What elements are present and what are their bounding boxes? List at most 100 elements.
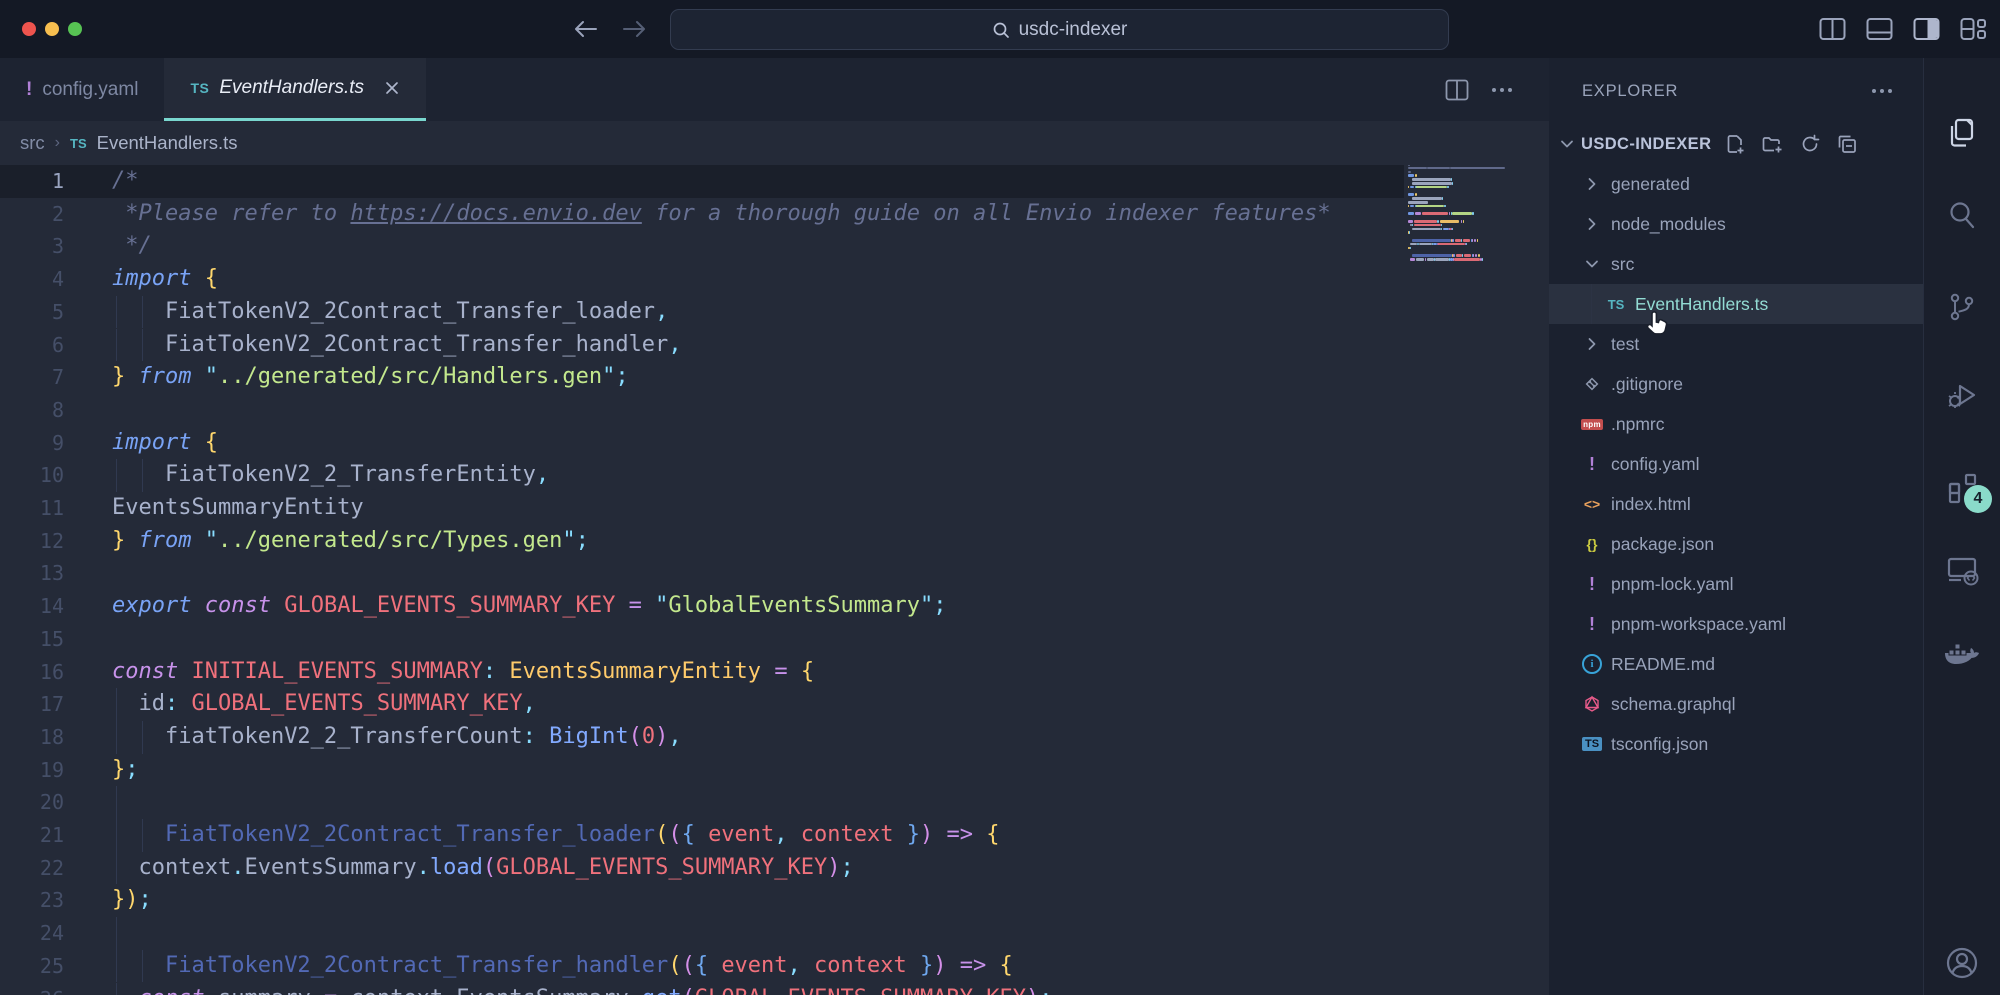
- line-number: 25: [0, 950, 64, 983]
- line-number: 4: [0, 263, 64, 296]
- line-number: 8: [0, 394, 64, 427]
- code-editor[interactable]: 1/*2 *Please refer to https://docs.envio…: [0, 165, 1549, 995]
- tree-item-node-modules[interactable]: node_modules: [1549, 204, 1923, 244]
- line-number: 21: [0, 819, 64, 852]
- tree-item-index-html[interactable]: <>index.html: [1549, 484, 1923, 524]
- tree-item-label: package.json: [1611, 534, 1714, 555]
- line-text: FiatTokenV2_2_TransferEntity,: [112, 459, 549, 492]
- close-window-button[interactable]: [22, 22, 36, 36]
- line-text: FiatTokenV2_2Contract_Transfer_handler,: [112, 329, 682, 362]
- line-number: 16: [0, 656, 64, 689]
- explorer-sidebar: EXPLORER USDC-INDEXER: [1549, 58, 1923, 995]
- breadcrumb-folder[interactable]: src: [20, 132, 45, 154]
- code-line-9: 9import {: [0, 427, 1549, 460]
- line-text: FiatTokenV2_2Contract_Transfer_loader(({…: [112, 819, 1000, 852]
- split-editor-icon[interactable]: [1445, 79, 1469, 101]
- graphql-icon: [1581, 695, 1603, 713]
- tree-item-pnpm-lock-yaml[interactable]: !pnpm-lock.yaml: [1549, 564, 1923, 604]
- search-icon[interactable]: [1924, 187, 2000, 243]
- tree-item-tsconfig-json[interactable]: TStsconfig.json: [1549, 724, 1923, 764]
- back-arrow-icon[interactable]: [572, 18, 598, 40]
- line-number: 12: [0, 525, 64, 558]
- line-number: 17: [0, 688, 64, 721]
- tree-item-label: index.html: [1611, 494, 1691, 515]
- new-file-icon[interactable]: [1725, 134, 1745, 154]
- tree-item-schema-graphql[interactable]: schema.graphql: [1549, 684, 1923, 724]
- tree-item-label: pnpm-lock.yaml: [1611, 574, 1734, 595]
- activity-bar: 4: [1923, 58, 2000, 995]
- code-line-26: 26 const summary = context.EventsSummary…: [0, 983, 1549, 995]
- tree-item-readme-md[interactable]: iREADME.md: [1549, 644, 1923, 684]
- tree-item--npmrc[interactable]: npm .npmrc: [1549, 404, 1923, 444]
- code-line-20: 20: [0, 786, 1549, 819]
- code-line-10: 10 FiatTokenV2_2_TransferEntity,: [0, 459, 1549, 492]
- tree-item-test[interactable]: test: [1549, 324, 1923, 364]
- tree-item-config-yaml[interactable]: !config.yaml: [1549, 444, 1923, 484]
- docker-icon[interactable]: [1924, 629, 2000, 685]
- source-control-icon[interactable]: [1924, 279, 2000, 335]
- npm-icon: npm: [1581, 419, 1603, 430]
- account-icon[interactable]: [1924, 935, 2000, 991]
- toggle-panel-icon[interactable]: [1866, 17, 1893, 41]
- git-icon: [1581, 375, 1603, 393]
- line-number: 19: [0, 754, 64, 787]
- more-actions-icon[interactable]: [1491, 87, 1513, 93]
- explorer-more-actions-icon[interactable]: [1871, 88, 1893, 94]
- run-debug-icon[interactable]: [1924, 367, 2000, 423]
- remote-explorer-icon[interactable]: [1924, 542, 2000, 598]
- extensions-icon[interactable]: 4: [1924, 459, 2000, 515]
- explorer-icon[interactable]: [1924, 105, 2000, 161]
- new-folder-icon[interactable]: [1762, 134, 1783, 154]
- tree-item-generated[interactable]: generated: [1549, 164, 1923, 204]
- yaml-icon: !: [26, 79, 32, 101]
- chevron-right-icon: [1581, 216, 1603, 232]
- tree-item-pnpm-workspace-yaml[interactable]: !pnpm-workspace.yaml: [1549, 604, 1923, 644]
- search-value: usdc-indexer: [1019, 19, 1128, 41]
- forward-arrow-icon[interactable]: [622, 18, 648, 40]
- line-number: 26: [0, 983, 64, 995]
- command-center-search[interactable]: usdc-indexer: [670, 9, 1449, 50]
- tree-item-src[interactable]: src: [1549, 244, 1923, 284]
- tab-label: EventHandlers.ts: [219, 77, 364, 99]
- line-text: import {: [112, 263, 218, 296]
- project-name: USDC-INDEXER: [1581, 135, 1711, 154]
- line-text: /*: [112, 165, 139, 198]
- tree-item-label: README.md: [1611, 654, 1715, 675]
- line-number: 9: [0, 427, 64, 460]
- tsconfig-icon: TS: [1581, 737, 1603, 751]
- collapse-folders-icon[interactable]: [1837, 134, 1857, 154]
- close-tab-icon[interactable]: [384, 80, 400, 96]
- line-number: 7: [0, 361, 64, 394]
- project-section-header[interactable]: USDC-INDEXER: [1549, 124, 1923, 164]
- code-line-24: 24: [0, 917, 1549, 950]
- tree-item--gitignore[interactable]: .gitignore: [1549, 364, 1923, 404]
- line-number: 5: [0, 296, 64, 329]
- breadcrumb[interactable]: src › TS EventHandlers.ts: [0, 121, 1549, 165]
- indent-guide: [116, 786, 117, 819]
- minimize-window-button[interactable]: [45, 22, 59, 36]
- tree-item-label: .npmrc: [1611, 414, 1664, 435]
- tab-config-yaml[interactable]: ! config.yaml: [0, 58, 164, 121]
- chevron-right-icon: [1581, 176, 1603, 192]
- refresh-icon[interactable]: [1800, 134, 1820, 154]
- line-number: 10: [0, 459, 64, 492]
- breadcrumb-file[interactable]: EventHandlers.ts: [97, 132, 238, 154]
- title-bar: usdc-indexer: [0, 0, 2000, 58]
- file-tree: generatednode_modulessrcTSEventHandlers.…: [1549, 164, 1923, 764]
- tree-item-label: schema.graphql: [1611, 694, 1736, 715]
- tree-item-eventhandlers-ts[interactable]: TSEventHandlers.ts: [1549, 284, 1923, 324]
- code-line-2: 2 *Please refer to https://docs.envio.de…: [0, 198, 1549, 231]
- customize-layout-icon[interactable]: [1960, 17, 1986, 41]
- tab-eventhandlers-ts[interactable]: TS EventHandlers.ts: [164, 58, 426, 121]
- line-number: 18: [0, 721, 64, 754]
- code-line-16: 16const INITIAL_EVENTS_SUMMARY: EventsSu…: [0, 656, 1549, 689]
- tree-item-label: test: [1611, 334, 1639, 355]
- tree-item-package-json[interactable]: {}package.json: [1549, 524, 1923, 564]
- toggle-primary-sidebar-icon[interactable]: [1819, 17, 1846, 41]
- code-line-17: 17 id: GLOBAL_EVENTS_SUMMARY_KEY,: [0, 688, 1549, 721]
- chevron-down-icon: [1581, 256, 1603, 272]
- zoom-window-button[interactable]: [68, 22, 82, 36]
- tree-indent-guide: [1591, 284, 1592, 324]
- toggle-secondary-sidebar-icon[interactable]: [1913, 17, 1940, 41]
- line-text: context.EventsSummary.load(GLOBAL_EVENTS…: [112, 852, 854, 885]
